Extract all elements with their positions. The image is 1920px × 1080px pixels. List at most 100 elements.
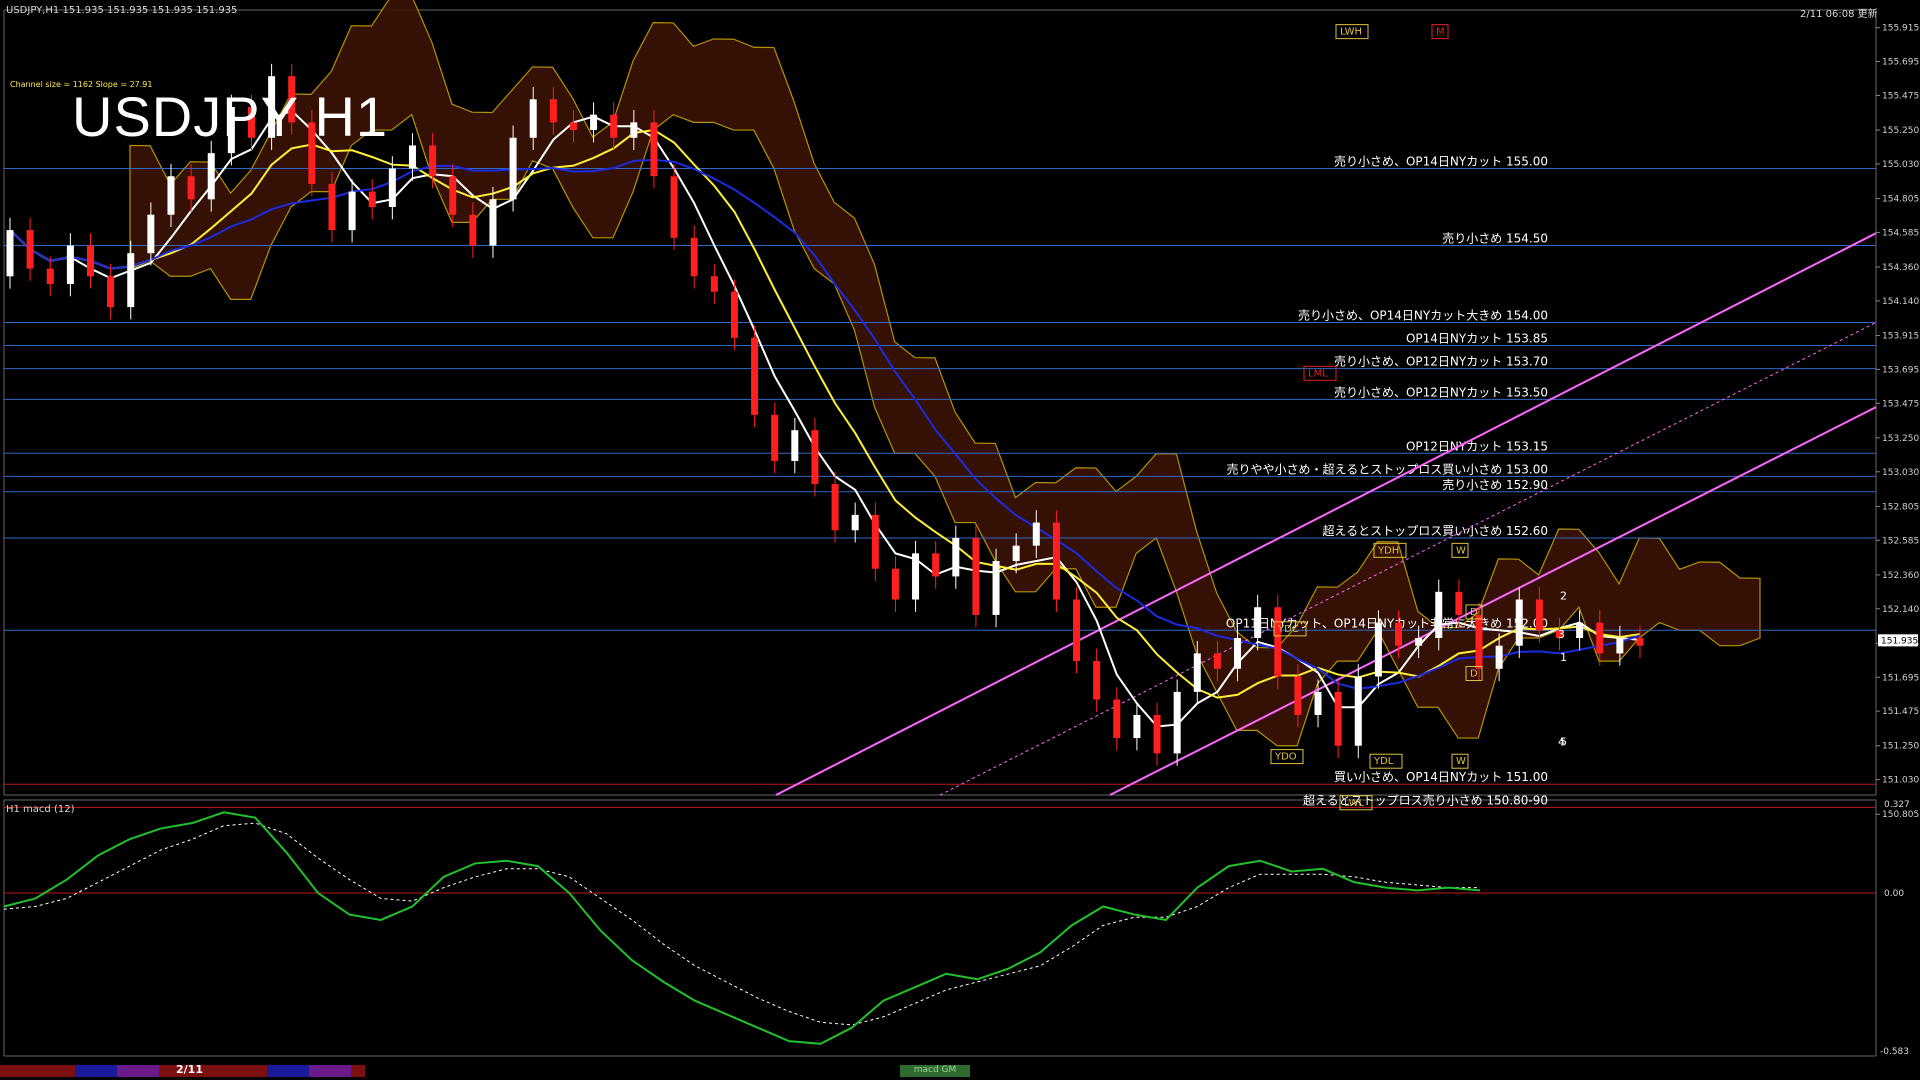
y-tick-label: 151.030 (1882, 776, 1919, 786)
y-tick-label: 153.030 (1882, 468, 1919, 478)
y-tick-label: 154.140 (1882, 297, 1919, 307)
level-marker-label: YDC (1277, 624, 1299, 635)
candle-body (670, 176, 678, 238)
candle-body (771, 414, 779, 461)
candle-body (1113, 699, 1121, 739)
candle-body (1334, 691, 1342, 746)
candle-body (449, 176, 457, 215)
candle-body (630, 122, 638, 138)
price-chart: 売り小さめ、OP14日NYカット 155.00 売り小さめ 154.50 売り小さめ… (3, 0, 1919, 1057)
y-tick-label: 153.475 (1882, 399, 1919, 409)
indicator-label: H1 macd (12) (6, 804, 75, 815)
candle-body (127, 253, 135, 308)
date-tab[interactable]: 2/11 (176, 1063, 203, 1076)
macd-max-label: 0.327 (1884, 800, 1910, 810)
y-tick-label: 152.805 (1882, 502, 1919, 512)
candle-body (408, 145, 416, 169)
y-tick-label: 153.250 (1882, 434, 1919, 444)
y-tick-label: 154.585 (1882, 228, 1919, 238)
symbol-info: USDJPY,H1 151.935 151.935 151.935 151.93… (6, 5, 238, 16)
candle-body (167, 176, 175, 215)
level-marker-label: W (1456, 756, 1466, 767)
candle-body (590, 114, 598, 131)
candle-body (1515, 599, 1523, 646)
candle-body (1274, 607, 1282, 677)
candle-body (851, 514, 859, 531)
macd-main-line (3, 811, 1481, 1045)
candle-body (952, 537, 960, 577)
candle-body (549, 99, 557, 123)
candle-body (1495, 645, 1503, 669)
price-level-label: OP14日NYカット 153.85 (1406, 332, 1548, 346)
y-tick-label: 155.250 (1882, 126, 1919, 136)
candle-body (1234, 638, 1242, 669)
y-tick-label: 152.140 (1882, 605, 1919, 615)
candle-body (690, 237, 698, 277)
macd-signal-line (3, 822, 1480, 1026)
macd-panel-frame (3, 799, 1877, 1057)
wave-label: 4 (1558, 736, 1565, 749)
candle-body (509, 137, 517, 200)
level-marker-label: YDO (1274, 752, 1297, 763)
y-tick-label: 155.475 (1882, 91, 1919, 101)
candle-body (1314, 691, 1322, 715)
candle-body (972, 537, 980, 615)
y-tick-label: 152.585 (1882, 536, 1919, 546)
macd-zero-label: 0.00 (1884, 889, 1905, 899)
candle-body (1294, 676, 1302, 715)
level-marker-label: LML (1308, 368, 1328, 379)
candle-body (469, 214, 477, 246)
level-marker-label: W (1456, 545, 1466, 556)
price-level-label: 売り小さめ、OP12日NYカット 153.50 (1334, 384, 1548, 399)
candle-body (1254, 607, 1262, 638)
y-tick-label: 151.695 (1882, 673, 1919, 683)
candle-body (46, 268, 54, 284)
candle-body (730, 291, 738, 338)
candle-body (891, 568, 899, 600)
candle-body (328, 183, 336, 231)
candle-body (1415, 638, 1423, 646)
candle-body (831, 484, 839, 531)
candle-body (610, 114, 618, 138)
y-tick-label: 154.805 (1882, 195, 1919, 205)
y-tick-label: 151.250 (1882, 742, 1919, 752)
y-tick-label: 154.360 (1882, 263, 1919, 273)
candle-body (1395, 622, 1403, 646)
candle-body (1596, 622, 1604, 654)
y-tick-label: 155.030 (1882, 160, 1919, 170)
y-tick-label: 155.695 (1882, 58, 1919, 68)
y-tick-label: 150.805 (1882, 810, 1919, 820)
level-marker-label: LWL (1344, 798, 1365, 809)
candle-body (1173, 691, 1181, 754)
candle-body (1012, 545, 1020, 562)
y-tick-label: 155.915 (1882, 24, 1919, 34)
datetime-label: 2/11 06:08 更新 (1800, 9, 1878, 20)
price-level-label: 超えるとストップロス買い小さめ 152.60 (1323, 523, 1548, 538)
level-marker-label: LWH (1340, 27, 1362, 38)
candle-body (992, 561, 1000, 615)
chart-title: USDJPY H1 (72, 85, 389, 148)
candle-body (1153, 714, 1161, 754)
candle-body (1535, 599, 1543, 631)
price-level-label: 売り小さめ、OP14日NYカット大きめ 154.00 (1298, 307, 1548, 322)
candle-body (1093, 661, 1101, 700)
price-level-label: OP12日NYカット 153.15 (1406, 439, 1548, 453)
macd-min-label: -0.583 (1880, 1047, 1910, 1057)
level-marker-label: D (1470, 668, 1478, 679)
macd-tab[interactable]: macd GM (900, 1065, 970, 1077)
level-marker-label: D (1470, 607, 1478, 618)
y-tick-label: 153.695 (1882, 365, 1919, 375)
wave-label: 1 (1560, 651, 1567, 664)
candle-body (1193, 653, 1201, 692)
candle-body (107, 276, 115, 308)
price-level-label: 売りやや小さめ・超えるとストップロス買い小さめ 153.00 (1227, 461, 1548, 476)
price-level-label: 売り小さめ、OP14日NYカット 155.00 (1334, 154, 1548, 169)
price-level-label: 売り小さめ 152.90 (1442, 477, 1548, 492)
y-tick-label: 153.915 (1882, 332, 1919, 342)
candle-body (26, 230, 34, 269)
candle-body (1435, 591, 1443, 638)
candle-body (429, 145, 437, 177)
wave-label: 2 (1560, 590, 1567, 603)
candle-body (1032, 522, 1040, 546)
candle-body (388, 168, 396, 208)
